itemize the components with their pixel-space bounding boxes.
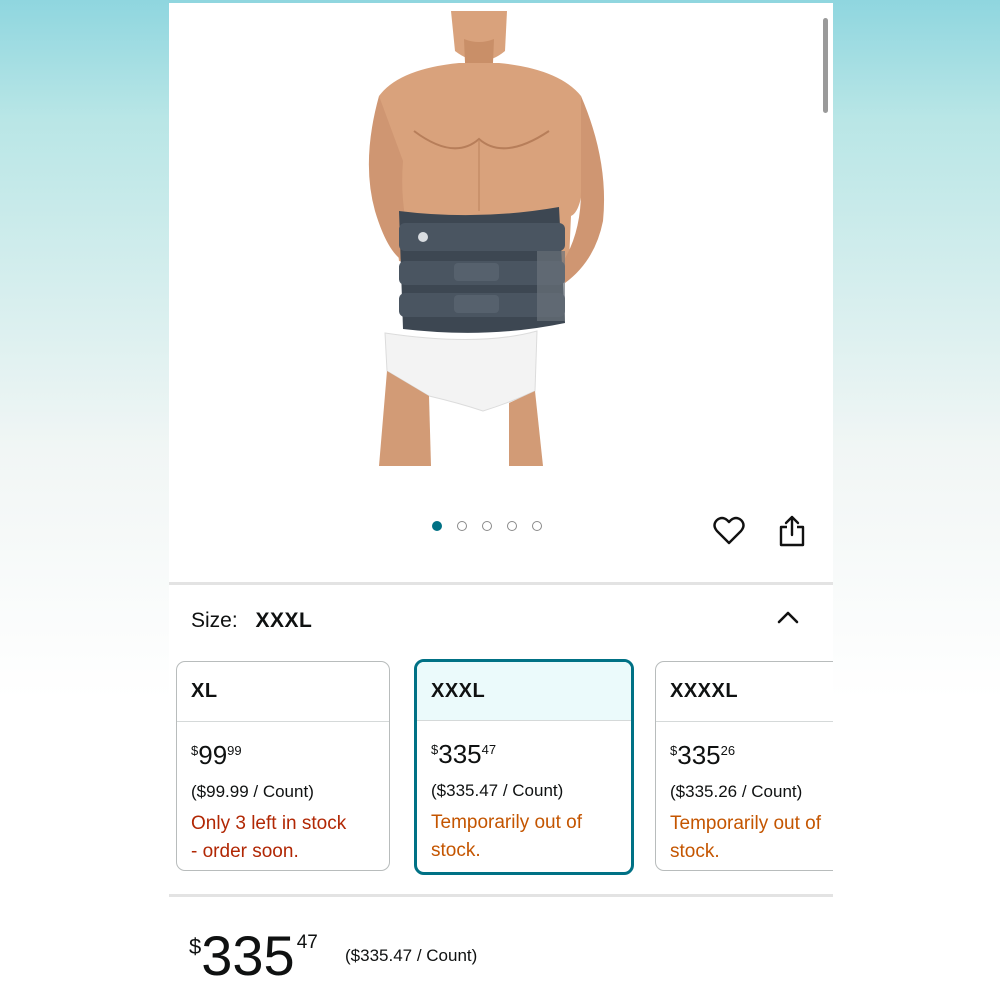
size-option-name: XL [177, 662, 389, 722]
unit-price: ($99.99 / Count) [191, 782, 314, 801]
heart-icon [713, 516, 745, 545]
stock-status: Temporarily out of stock. [670, 813, 822, 862]
size-option-xxxl[interactable]: XXXL $33547 ($335.47 / Count) Temporaril… [414, 659, 634, 875]
buybox-unit-price: ($335.47 / Count) [345, 946, 478, 965]
buybox-price: $335 47 [189, 924, 318, 987]
stock-status: Temporarily out of stock. [431, 812, 583, 861]
unit-price: ($335.26 / Count) [670, 782, 803, 801]
share-icon [779, 515, 805, 547]
product-image[interactable] [359, 11, 639, 466]
size-label: Size: [191, 609, 238, 632]
selected-size: XXXL [255, 609, 313, 632]
chevron-up-icon[interactable] [773, 603, 803, 633]
unit-price: ($335.47 / Count) [431, 781, 564, 800]
size-option-name: XXXXL [656, 662, 833, 722]
product-page: Size: XXXL XL $9999 ($99.99 / Count) Onl… [169, 3, 833, 1000]
section-divider [169, 582, 833, 585]
carousel-indicator [432, 521, 542, 531]
carousel-dot[interactable] [532, 521, 542, 531]
size-option-name: XXXL [417, 662, 631, 721]
size-option-xxxxl[interactable]: XXXXL $33526 ($335.26 / Count) Temporari… [655, 661, 833, 871]
carousel-dot[interactable] [507, 521, 517, 531]
wishlist-button[interactable] [712, 514, 746, 548]
size-option-price: $33547 [431, 739, 497, 769]
scrollbar[interactable] [823, 18, 828, 113]
share-button[interactable] [775, 514, 809, 548]
section-divider [169, 894, 833, 897]
carousel-dot[interactable] [432, 521, 442, 531]
size-option-price: $33526 [670, 740, 736, 770]
size-selector-header[interactable]: Size: XXXL [191, 609, 312, 633]
carousel-dot[interactable] [457, 521, 467, 531]
size-option-xl[interactable]: XL $9999 ($99.99 / Count) Only 3 left in… [176, 661, 390, 871]
size-option-price: $9999 [191, 740, 242, 770]
carousel-dot[interactable] [482, 521, 492, 531]
stock-status: Only 3 left in stock - order soon. [191, 813, 347, 862]
